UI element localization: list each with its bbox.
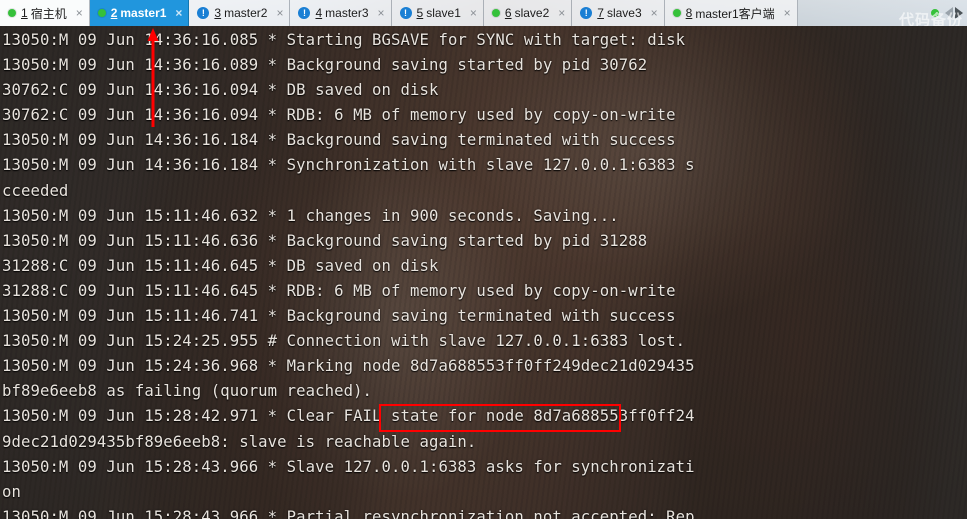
log-line: 13050:M 09 Jun 15:28:43.966 * Partial re… bbox=[2, 507, 695, 519]
tab-master1[interactable]: 2 master1 × bbox=[89, 0, 190, 26]
tab-close-icon[interactable]: × bbox=[649, 7, 660, 19]
tab-close-icon[interactable]: × bbox=[782, 7, 793, 19]
tab-index: 3 bbox=[214, 6, 222, 20]
alert-icon: ! bbox=[399, 7, 412, 19]
scroll-right-arrow-icon[interactable] bbox=[955, 7, 963, 19]
tab-index: 6 bbox=[504, 6, 512, 20]
terminal-output-pane[interactable]: 13050:M 09 Jun 14:36:16.085 * Starting B… bbox=[0, 26, 967, 519]
log-line: 13050:M 09 Jun 14:36:16.184 * Background… bbox=[2, 131, 676, 150]
tab-index: 2 bbox=[110, 6, 118, 20]
tab-label: master2 bbox=[224, 6, 268, 20]
log-line: on bbox=[2, 482, 21, 501]
tab-close-icon[interactable]: × bbox=[74, 7, 85, 19]
tab-master2[interactable]: ! 3 master2 × bbox=[189, 0, 291, 26]
log-line: cceeded bbox=[2, 181, 69, 200]
log-line: 31288:C 09 Jun 15:11:46.645 * RDB: 6 MB … bbox=[2, 281, 676, 300]
tab-close-icon[interactable]: × bbox=[556, 7, 567, 19]
tab-index: 8 bbox=[685, 6, 693, 20]
connected-dot-icon bbox=[672, 9, 681, 17]
connected-dot-icon bbox=[491, 9, 500, 17]
terminal-window: 1 宿主机 × 2 master1 ×! 3 master2 ×! 4 master3 ×! 5 slav… bbox=[0, 0, 967, 519]
log-line: bf89e6eeb8 as failing (quorum reached). bbox=[2, 382, 373, 401]
log-line: 13050:M 09 Jun 15:28:43.966 * Slave 127.… bbox=[2, 457, 695, 476]
tab-index: 5 bbox=[416, 6, 424, 20]
alert-icon: ! bbox=[580, 7, 593, 19]
log-line: 9dec21d029435bf89e6eeb8: slave is reacha… bbox=[2, 432, 477, 451]
tab-index: 1 bbox=[21, 6, 28, 20]
tab-slave2[interactable]: 6 slave2 × bbox=[483, 0, 573, 26]
log-line: 13050:M 09 Jun 15:24:25.955 # Connection… bbox=[2, 332, 686, 351]
tab-index: 4 bbox=[315, 6, 323, 20]
log-line: 13050:M 09 Jun 14:36:16.184 * Synchroniz… bbox=[2, 156, 695, 175]
tab-close-icon[interactable]: × bbox=[173, 7, 184, 19]
tab-slave1[interactable]: ! 5 slave1 × bbox=[391, 0, 484, 26]
annotation-highlight-box bbox=[379, 404, 621, 432]
connected-dot-icon bbox=[97, 9, 106, 17]
tab-close-icon[interactable]: × bbox=[274, 7, 285, 19]
tab-bar: 1 宿主机 × 2 master1 ×! 3 master2 ×! 4 master3 ×! 5 slav… bbox=[0, 0, 967, 26]
tab-master3[interactable]: ! 4 master3 × bbox=[290, 0, 392, 26]
tab-slave3[interactable]: ! 7 slave3 × bbox=[572, 0, 665, 26]
session-status-dot-icon bbox=[931, 9, 939, 17]
tab-label: master1 bbox=[120, 6, 167, 20]
alert-icon: ! bbox=[298, 7, 311, 19]
tab-scroll-controls[interactable] bbox=[925, 0, 967, 26]
tab-index: 7 bbox=[597, 6, 604, 20]
connected-dot-icon bbox=[8, 9, 16, 17]
tab-label: master1客户端 bbox=[695, 6, 775, 21]
annotation-arrow-icon bbox=[147, 28, 159, 127]
scroll-left-arrow-icon[interactable] bbox=[945, 7, 953, 19]
tab-label: master3 bbox=[325, 6, 369, 20]
log-line: 13050:M 09 Jun 15:24:36.968 * Marking no… bbox=[2, 357, 695, 376]
tab-close-icon[interactable]: × bbox=[376, 7, 387, 19]
tab-master1客户端[interactable]: 8 master1客户端 × bbox=[664, 0, 798, 26]
tab-label: 宿主机 bbox=[30, 6, 67, 21]
tab-label: slave2 bbox=[514, 6, 550, 20]
tab-label: slave3 bbox=[606, 6, 642, 20]
log-line: 13050:M 09 Jun 15:11:46.741 * Background… bbox=[2, 307, 676, 326]
log-line: 31288:C 09 Jun 15:11:46.645 * DB saved o… bbox=[2, 256, 439, 275]
tab-close-icon[interactable]: × bbox=[468, 7, 479, 19]
tab-label: slave1 bbox=[426, 6, 461, 20]
log-line: 13050:M 09 Jun 15:11:46.632 * 1 changes … bbox=[2, 206, 619, 225]
alert-icon: ! bbox=[197, 7, 210, 19]
log-line: 13050:M 09 Jun 15:11:46.636 * Background… bbox=[2, 231, 648, 250]
tab-宿主机[interactable]: 1 宿主机 × bbox=[0, 0, 90, 26]
